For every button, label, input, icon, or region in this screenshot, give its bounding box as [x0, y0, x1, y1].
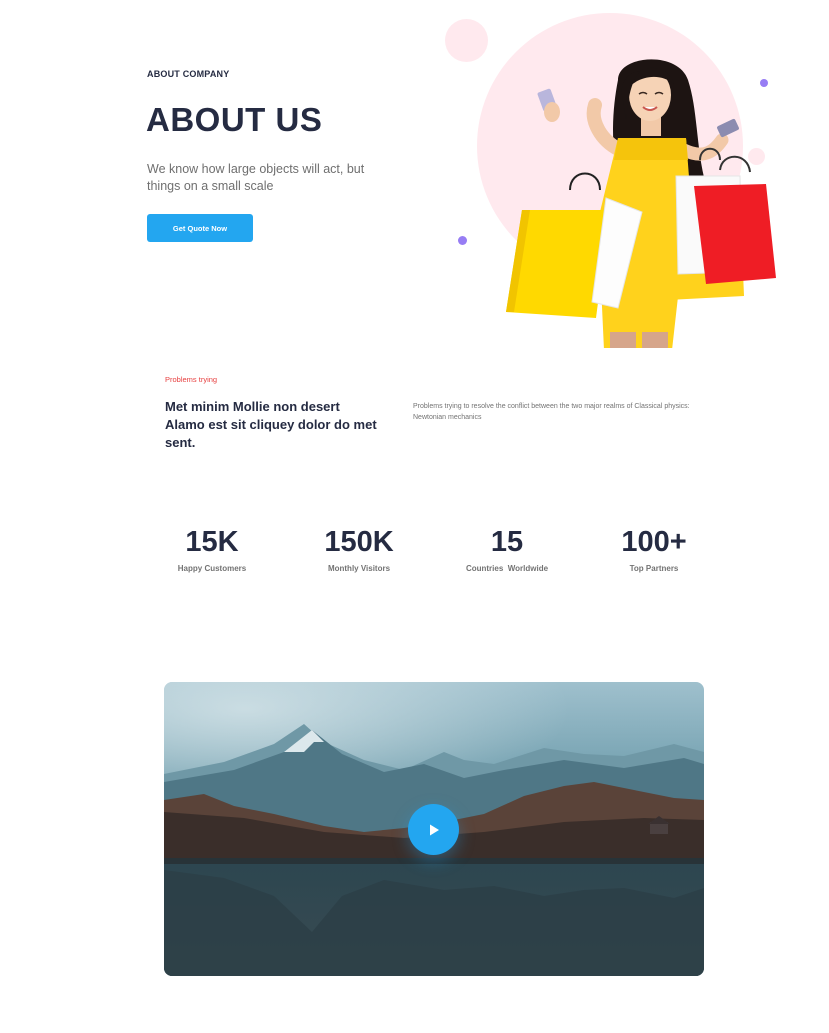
stat-happy-customers: 15K Happy Customers — [147, 524, 277, 573]
hero-shopping-woman-image — [506, 59, 776, 348]
stat-number: 15K — [185, 526, 239, 558]
hero-description: We know how large objects will act, but … — [147, 162, 365, 193]
stat-label: Countries Worldwide — [465, 564, 549, 573]
stat-label: Monthly Visitors — [327, 564, 391, 573]
problems-heading: Met minim Mollie non desert Alamo est si… — [165, 399, 377, 450]
problems-text: Problems trying to resolve the conflict … — [413, 403, 690, 421]
hero-eyebrow: ABOUT COMPANY — [147, 69, 230, 79]
play-icon — [429, 824, 439, 835]
stat-label: Happy Customers — [177, 564, 247, 573]
stat-label: Top Partners — [629, 564, 679, 573]
problems-label: Problems trying — [165, 375, 218, 384]
stat-monthly-visitors: 150K Monthly Visitors — [294, 524, 424, 573]
stat-number: 100+ — [621, 526, 687, 558]
stat-number: 15 — [490, 526, 524, 558]
play-video-button[interactable] — [408, 804, 459, 855]
stat-countries: 15 Countries Worldwide — [442, 524, 572, 573]
decor-circle-small — [445, 19, 488, 62]
stat-top-partners: 100+ Top Partners — [589, 524, 719, 573]
get-quote-button[interactable]: Get Quote Now — [147, 214, 253, 242]
decor-dot — [458, 236, 467, 245]
page-title: ABOUT US — [146, 101, 323, 138]
stat-number: 150K — [324, 526, 394, 558]
